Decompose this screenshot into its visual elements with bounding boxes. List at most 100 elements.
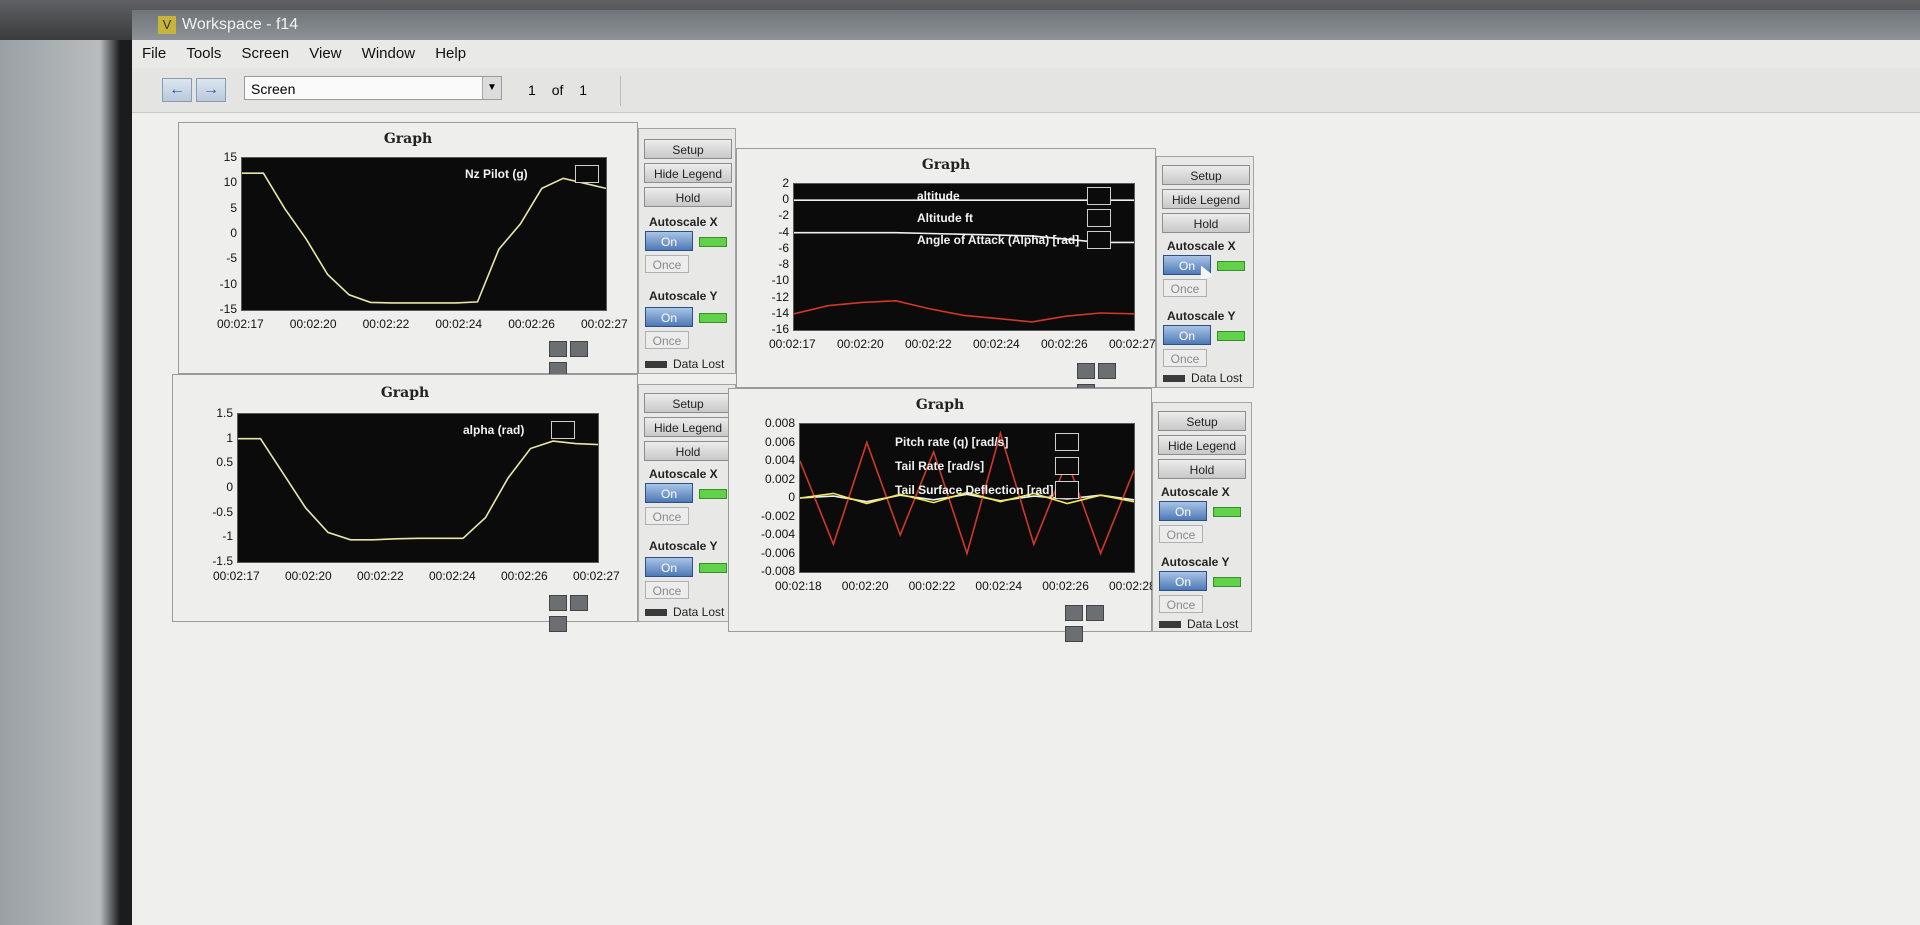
x-tick-label: 00:02:17: [213, 569, 260, 583]
legend-label: Tail Surface Deflection [rad]: [895, 483, 1054, 497]
autoscale-y-on-button[interactable]: On: [645, 557, 693, 577]
y-tick-label: -2: [778, 208, 789, 223]
menu-help[interactable]: Help: [435, 45, 466, 62]
graph-palette: [1065, 605, 1125, 642]
y-tick-label: -15: [219, 302, 237, 316]
autoscale-x-once-button[interactable]: Once: [645, 507, 689, 525]
x-tick-label: 00:02:26: [1042, 579, 1089, 593]
screen-select[interactable]: Screen ▼: [244, 76, 502, 100]
autoscale-y-once-button[interactable]: Once: [645, 331, 689, 349]
autoscale-x-on-button[interactable]: On: [645, 483, 693, 503]
hold-button[interactable]: Hold: [644, 441, 732, 461]
plot-area[interactable]: [237, 413, 599, 563]
pan-icon[interactable]: [570, 341, 588, 357]
autoscale-x-once-button[interactable]: Once: [1159, 525, 1203, 543]
autoscale-y-on-button[interactable]: On: [1159, 571, 1207, 591]
zoom-icon[interactable]: [549, 341, 567, 357]
y-tick-label: -14: [771, 305, 789, 320]
legend-swatch[interactable]: [1087, 209, 1111, 227]
legend-swatch[interactable]: [551, 421, 575, 439]
zoom-icon[interactable]: [1065, 605, 1083, 621]
application-window: V Workspace - f14 File Tools Screen View …: [132, 10, 1920, 925]
setup-button[interactable]: Setup: [1158, 411, 1246, 431]
autoscale-y-once-button[interactable]: Once: [1163, 349, 1207, 367]
legend-swatch[interactable]: [575, 165, 599, 183]
legend-swatch[interactable]: [1055, 433, 1079, 451]
cursor-tool-icon[interactable]: [549, 616, 567, 632]
legend-label: Pitch rate (q) [rad/s]: [895, 435, 1009, 449]
hold-button[interactable]: Hold: [644, 187, 732, 207]
menu-file[interactable]: File: [142, 45, 166, 62]
autoscale-x-on-button[interactable]: On: [645, 231, 693, 251]
data-lost-label: Data Lost: [1191, 371, 1243, 385]
autoscale-y-on-button[interactable]: On: [1163, 325, 1211, 345]
autoscale-y-label: Autoscale Y: [649, 289, 718, 303]
pan-icon[interactable]: [1098, 363, 1116, 379]
forward-button[interactable]: →: [196, 78, 226, 102]
x-tick-label: 00:02:22: [357, 569, 404, 583]
graph-title: Graph: [921, 157, 971, 173]
hide-legend-button[interactable]: Hide Legend: [1158, 435, 1246, 455]
y-tick-label: -0.006: [760, 545, 795, 560]
autoscale-y-once-button[interactable]: Once: [645, 581, 689, 599]
hold-button[interactable]: Hold: [1162, 213, 1250, 233]
autoscale-x-label: Autoscale X: [649, 215, 718, 229]
x-tick-label: 00:02:22: [362, 317, 410, 331]
pan-icon[interactable]: [1086, 605, 1104, 621]
autoscale-x-once-button[interactable]: Once: [645, 255, 689, 273]
data-lost-swatch: [1163, 375, 1185, 383]
x-tick-label: 00:02:20: [289, 317, 337, 331]
setup-button[interactable]: Setup: [644, 393, 732, 413]
autoscale-y-led: [699, 563, 727, 573]
y-tick-label: -0.004: [760, 527, 795, 541]
legend-swatch[interactable]: [1087, 231, 1111, 249]
plot-svg: [242, 172, 606, 304]
y-tick-label: -12: [771, 289, 789, 304]
x-tick-label: 00:02:18: [775, 579, 822, 593]
zoom-icon[interactable]: [549, 595, 567, 611]
menu-screen[interactable]: Screen: [242, 45, 290, 62]
y-tick-label: -4: [778, 224, 789, 239]
hold-button[interactable]: Hold: [1158, 459, 1246, 479]
toolbar: ← → Screen ▼ 1 of 1: [132, 68, 1920, 113]
menu-window[interactable]: Window: [362, 45, 415, 62]
hide-legend-button[interactable]: Hide Legend: [1162, 189, 1250, 209]
data-lost-label: Data Lost: [1187, 617, 1239, 631]
autoscale-x-once-button[interactable]: Once: [1163, 279, 1207, 297]
right-arrow-icon: →: [203, 81, 219, 98]
autoscale-x-on-button[interactable]: On: [1159, 501, 1207, 521]
autoscale-y-once-button[interactable]: Once: [1159, 595, 1203, 613]
cursor-tool-icon[interactable]: [1065, 626, 1083, 642]
legend-swatch[interactable]: [1055, 481, 1079, 499]
plot-area[interactable]: [241, 157, 607, 311]
setup-button[interactable]: Setup: [644, 139, 732, 159]
plot-area[interactable]: [793, 183, 1135, 331]
graph-panel-alpha: Graph 1.5 1 0.5 0 -0.5 -1 -1.5 00:02:17 00:02:20…: [172, 374, 638, 632]
plot-svg: [794, 199, 1134, 323]
app-icon: V: [158, 16, 176, 34]
x-tick-label: 00:02:26: [508, 317, 555, 331]
back-button[interactable]: ←: [162, 78, 192, 102]
chevron-down-icon[interactable]: ▼: [482, 77, 501, 99]
data-lost-swatch: [1159, 621, 1181, 629]
autoscale-x-label: Autoscale X: [1167, 239, 1236, 253]
page-indicator: 1 of 1: [528, 82, 599, 98]
graph-controls: Setup Hide Legend Hold Autoscale X On On…: [1156, 156, 1254, 388]
legend-swatch[interactable]: [1087, 187, 1111, 205]
y-tick-label: 0.008: [764, 416, 795, 430]
pan-icon[interactable]: [570, 595, 588, 611]
x-tick-label: 00:02:24: [975, 579, 1023, 593]
y-tick-label: 0: [230, 226, 237, 240]
zoom-icon[interactable]: [1077, 363, 1095, 379]
setup-button[interactable]: Setup: [1162, 165, 1250, 185]
x-tick-label: 00:02:27: [573, 569, 620, 583]
hide-legend-button[interactable]: Hide Legend: [644, 417, 732, 437]
legend-swatch[interactable]: [1055, 457, 1079, 475]
hide-legend-button[interactable]: Hide Legend: [644, 163, 732, 183]
autoscale-x-led: [699, 237, 727, 247]
data-lost-indicator: Data Lost: [645, 605, 724, 619]
menu-tools[interactable]: Tools: [186, 45, 221, 62]
autoscale-y-on-button[interactable]: On: [645, 307, 693, 327]
menu-view[interactable]: View: [309, 45, 341, 62]
left-arrow-icon: ←: [169, 81, 185, 98]
